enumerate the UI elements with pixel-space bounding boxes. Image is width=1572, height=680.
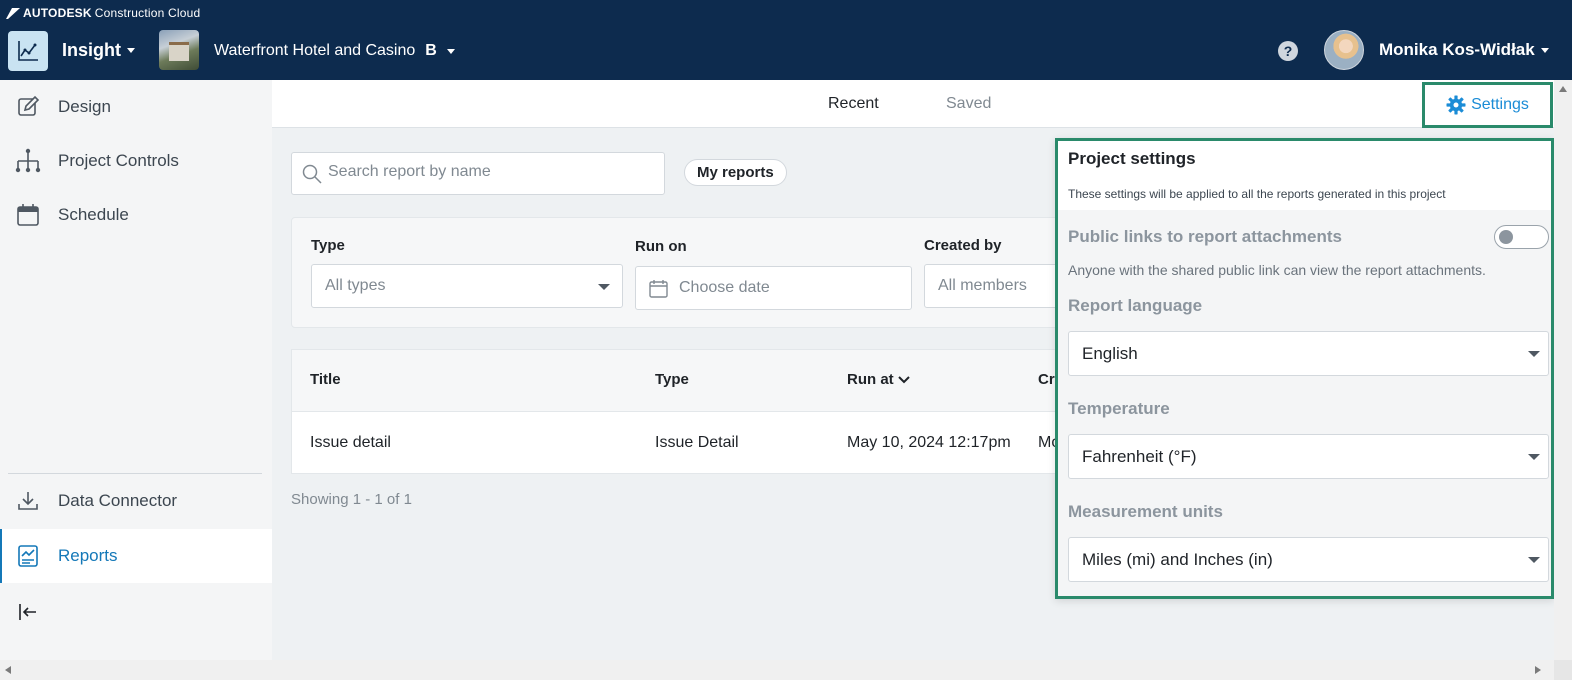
pencil-square-icon (15, 94, 41, 120)
chevron-down-icon (1528, 351, 1540, 357)
panel-title: Project settings (1068, 149, 1196, 168)
scroll-left-arrow-icon[interactable] (5, 666, 11, 674)
row-run-at: May 10, 2024 12:17pm (847, 434, 1011, 451)
brand-company: AUTODESK (23, 6, 92, 20)
measurement-units-select[interactable]: Miles (mi) and Inches (in) (1068, 537, 1549, 582)
insight-app-icon[interactable] (8, 31, 48, 71)
tab-saved[interactable]: Saved (946, 95, 991, 113)
app-switcher[interactable]: Insight (62, 40, 135, 61)
reports-table: Title Type Run at Cr Issue detail Issue … (291, 349, 1092, 474)
reports-tab-bar: Recent Saved Settings (272, 80, 1572, 128)
column-header-title[interactable]: Title (310, 371, 341, 388)
run-on-placeholder: Choose date (679, 279, 770, 296)
measurement-units-label: Measurement units (1068, 502, 1223, 521)
my-reports-filter[interactable]: My reports (684, 159, 787, 186)
brand-product: Construction Cloud (94, 6, 201, 20)
report-language-value: English (1082, 344, 1138, 363)
created-by-filter-label: Created by (924, 237, 1002, 254)
sidebar-item-label: Reports (58, 546, 118, 565)
table-header: Title Type Run at Cr (292, 350, 1092, 412)
user-menu[interactable]: Monika Kos-Widłak (1379, 40, 1549, 60)
horizontal-scrollbar[interactable] (0, 660, 1554, 680)
public-links-toggle[interactable] (1494, 225, 1549, 249)
pagination-summary: Showing 1 - 1 of 1 (291, 491, 412, 508)
sidebar-item-design[interactable]: Design (0, 80, 272, 134)
sidebar-item-label: Data Connector (58, 491, 178, 510)
sidebar-item-data-connector[interactable]: Data Connector (0, 474, 272, 528)
type-filter-value: All types (325, 277, 386, 294)
chevron-down-icon (446, 48, 455, 54)
search-box (291, 152, 665, 195)
hierarchy-icon (15, 148, 41, 174)
calendar-icon (15, 202, 41, 228)
panel-header: Project settings These settings will be … (1058, 141, 1551, 210)
settings-label: Settings (1471, 96, 1529, 113)
temperature-label: Temperature (1068, 399, 1170, 418)
column-header-type[interactable]: Type (655, 371, 689, 388)
vertical-scrollbar[interactable] (1554, 80, 1572, 660)
settings-button[interactable]: Settings (1422, 82, 1553, 128)
temperature-select[interactable]: Fahrenheit (°F) (1068, 434, 1549, 479)
sidebar-item-label: Project Controls (58, 151, 179, 170)
sidebar-item-label: Schedule (58, 205, 129, 224)
top-bar: AUTODESK Construction Cloud Insight Wate… (0, 0, 1572, 80)
chevron-down-icon (1528, 557, 1540, 563)
sidebar-item-reports[interactable]: Reports (0, 529, 272, 583)
project-settings-panel: Project settings These settings will be … (1055, 138, 1554, 599)
calendar-icon (649, 280, 668, 298)
chevron-down-icon (598, 284, 610, 290)
row-title: Issue detail (310, 434, 391, 451)
column-header-run-at-label: Run at (847, 371, 894, 388)
run-on-filter-label: Run on (635, 238, 687, 255)
chevron-down-icon (1540, 47, 1549, 53)
report-language-label: Report language (1068, 296, 1203, 315)
scrollbar-corner (1554, 660, 1572, 680)
search-icon (302, 164, 322, 184)
scroll-right-arrow-icon[interactable] (1535, 666, 1541, 674)
line-chart-icon (18, 41, 38, 61)
public-links-description: Anyone with the shared public link can v… (1068, 262, 1486, 278)
project-switcher[interactable]: Waterfront Hotel and Casino B (214, 42, 455, 60)
type-filter-select[interactable]: All types (311, 264, 623, 308)
app-name-label: Insight (62, 40, 121, 60)
report-chart-icon (15, 543, 41, 569)
sidebar-item-schedule[interactable]: Schedule (0, 188, 272, 242)
sort-descending-icon (897, 375, 910, 383)
type-filter-label: Type (311, 237, 345, 254)
search-input[interactable] (328, 163, 648, 181)
panel-subtitle: These settings will be applied to all th… (1068, 187, 1446, 201)
scroll-up-arrow-icon[interactable] (1559, 86, 1567, 92)
chevron-down-icon (127, 48, 135, 53)
download-icon (15, 488, 41, 514)
autodesk-logo-icon (6, 8, 20, 19)
help-icon[interactable]: ? (1278, 41, 1298, 61)
avatar[interactable] (1324, 30, 1364, 70)
column-header-run-at[interactable]: Run at (847, 371, 910, 388)
collapse-left-icon (15, 599, 41, 625)
chevron-down-icon (1528, 454, 1540, 460)
sidebar-item-project-controls[interactable]: Project Controls (0, 134, 272, 188)
sidebar-item-label: Design (58, 97, 111, 116)
project-name: Waterfront Hotel and Casino (214, 42, 416, 59)
autodesk-brand: AUTODESK Construction Cloud (6, 6, 200, 20)
project-badge-icon: B (425, 42, 437, 59)
row-type: Issue Detail (655, 434, 739, 451)
user-name: Monika Kos-Widłak (1379, 40, 1535, 59)
filters-panel: Type All types Run on Choose date Create… (291, 217, 1094, 328)
run-on-date-picker[interactable]: Choose date (635, 266, 912, 310)
public-links-label: Public links to report attachments (1068, 227, 1342, 246)
toggle-knob (1499, 230, 1513, 244)
temperature-value: Fahrenheit (°F) (1082, 447, 1197, 466)
measurement-units-value: Miles (mi) and Inches (in) (1082, 550, 1273, 569)
column-header-created-by[interactable]: Cr (1038, 371, 1055, 388)
tab-recent[interactable]: Recent (828, 95, 879, 113)
created-by-filter-value: All members (938, 277, 1027, 294)
sidebar: Design Project Controls Schedule Data Co… (0, 80, 272, 660)
collapse-sidebar-button[interactable] (0, 585, 272, 639)
project-thumbnail[interactable] (159, 30, 199, 70)
report-language-select[interactable]: English (1068, 331, 1549, 376)
gear-icon (1446, 95, 1466, 115)
